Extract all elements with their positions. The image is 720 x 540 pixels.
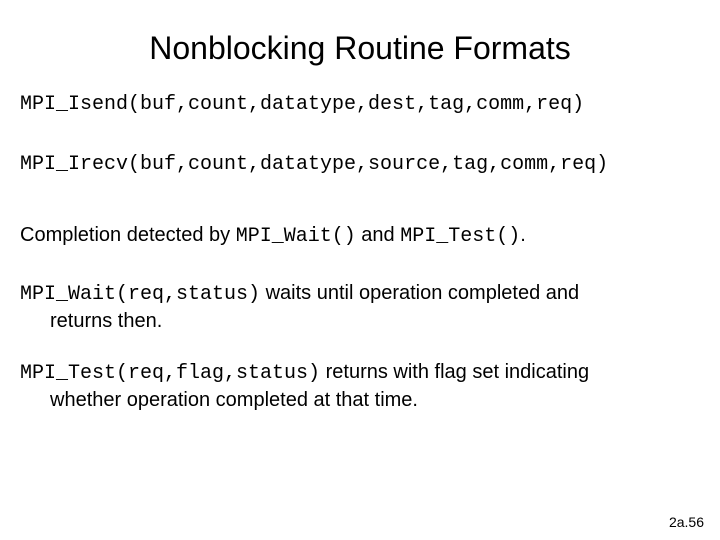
code-isend: MPI_Isend(buf,count,datatype,dest,tag,co… [20,92,700,118]
wait-description: MPI_Wait(req,status) waits until operati… [20,280,700,335]
slide-title: Nonblocking Routine Formats [20,30,700,67]
slide: Nonblocking Routine Formats MPI_Isend(bu… [0,0,720,540]
completion-text: Completion detected by MPI_Wait() and MP… [20,222,700,250]
wait-line1: waits until operation completed and [260,282,579,304]
code-wait-fn: MPI_Wait() [236,225,356,248]
text-suffix: . [520,224,526,246]
code-test-sig: MPI_Test(req,flag,status) [20,362,320,385]
code-test-fn: MPI_Test() [400,225,520,248]
test-line2: whether operation completed at that time… [50,387,700,414]
test-description: MPI_Test(req,flag,status) returns with f… [20,359,700,414]
slide-number: 2a.56 [669,514,704,530]
code-irecv: MPI_Irecv(buf,count,datatype,source,tag,… [20,152,700,178]
text-prefix: Completion detected by [20,224,236,246]
text-mid: and [356,224,400,246]
code-wait-sig: MPI_Wait(req,status) [20,283,260,306]
test-line1: returns with flag set indicating [320,361,589,383]
wait-line2: returns then. [50,308,700,335]
